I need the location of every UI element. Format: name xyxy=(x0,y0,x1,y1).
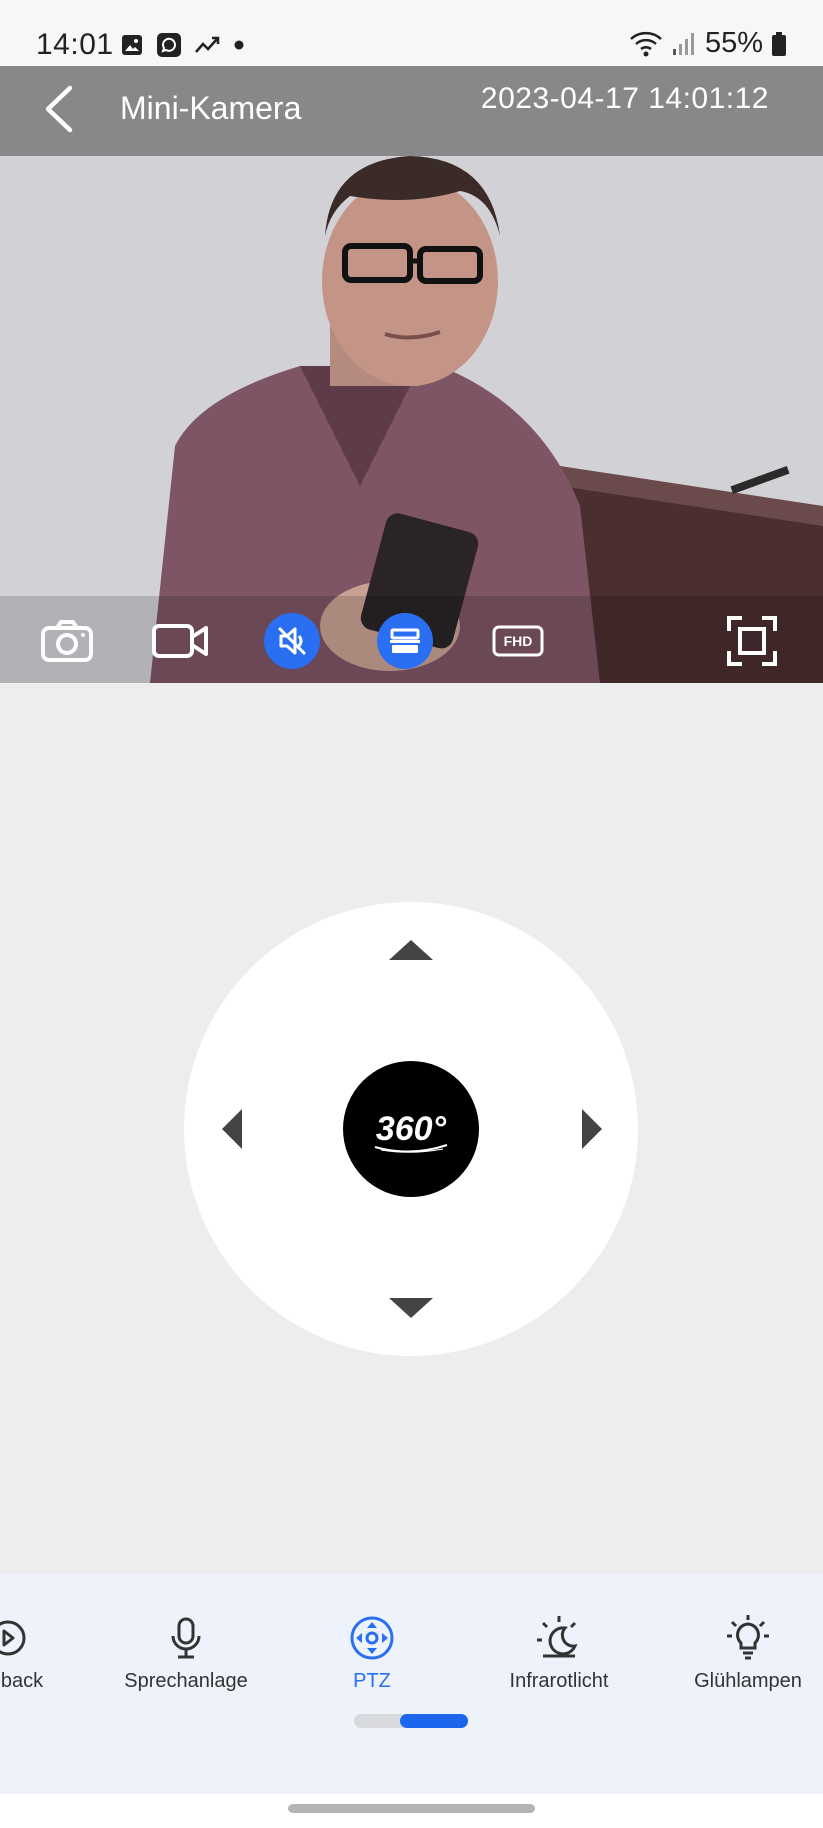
video-frame-image xyxy=(0,66,823,683)
back-arrow-icon[interactable] xyxy=(40,82,80,136)
video-toolbar: FHD xyxy=(0,611,823,683)
nav-intercom[interactable]: Sprechanlage xyxy=(116,1614,256,1693)
status-system-icons: 55% xyxy=(629,27,787,60)
bottom-function-panel: back Sprechanlage PTZ Infrarotlicht Glüh… xyxy=(0,1574,823,1794)
dot-icon xyxy=(234,40,244,50)
page-indicator[interactable] xyxy=(354,1714,468,1728)
nav-light-bulb[interactable]: Glühlampen xyxy=(683,1614,813,1693)
fullscreen-icon xyxy=(727,616,777,666)
battery-icon xyxy=(772,31,786,56)
fullscreen-button[interactable] xyxy=(722,611,782,671)
status-time: 14:01 xyxy=(36,28,114,61)
lightbulb-icon xyxy=(727,1615,769,1660)
up-arrow-icon[interactable] xyxy=(387,938,435,962)
left-arrow-icon[interactable] xyxy=(220,1107,244,1151)
home-indicator[interactable] xyxy=(288,1804,535,1813)
mute-button-bg xyxy=(264,613,320,669)
down-arrow-icon[interactable] xyxy=(387,1296,435,1320)
messenger-icon xyxy=(157,33,181,57)
view-mode-button-bg xyxy=(377,613,433,669)
ptz-joystick[interactable]: 360° xyxy=(184,902,638,1356)
camera-icon xyxy=(41,620,93,662)
screen-split-icon xyxy=(390,628,420,653)
nav-infrared[interactable]: Infrarotlicht xyxy=(497,1614,621,1693)
battery-percent: 55% xyxy=(704,27,763,59)
nav-infrared-label: Infrarotlicht xyxy=(509,1670,609,1692)
app-root: 14:01 55% Mini-Kamera 2023-04-17 14:01:1… xyxy=(0,0,823,1828)
playback-icon xyxy=(0,1620,26,1656)
swoosh-icon xyxy=(374,1144,448,1153)
view-mode-button[interactable] xyxy=(375,611,435,671)
nav-playback[interactable]: back xyxy=(0,1614,60,1693)
video-timestamp: 2023-04-17 14:01:12 xyxy=(480,82,769,115)
nav-ptz[interactable]: PTZ xyxy=(336,1614,408,1693)
gallery-icon xyxy=(122,35,142,55)
nav-light-bulb-label: Glühlampen xyxy=(694,1670,802,1692)
trend-icon xyxy=(195,36,220,53)
page-indicator-active xyxy=(400,1714,468,1728)
fhd-badge: FHD xyxy=(492,625,544,657)
quality-label: FHD xyxy=(504,633,533,649)
speaker-muted-icon xyxy=(277,626,307,656)
rotate-360-button[interactable]: 360° xyxy=(343,1061,479,1197)
camera-title: Mini-Kamera xyxy=(120,90,302,126)
status-bar: 14:01 55% xyxy=(0,0,823,66)
record-button[interactable] xyxy=(150,611,210,671)
microphone-icon xyxy=(171,1617,201,1659)
snapshot-button[interactable] xyxy=(37,611,97,671)
quality-button[interactable]: FHD xyxy=(488,611,548,671)
nav-ptz-label: PTZ xyxy=(353,1670,391,1692)
video-record-icon xyxy=(152,624,208,658)
nav-playback-label: back xyxy=(0,1670,44,1692)
status-notification-icons xyxy=(120,32,246,58)
nav-intercom-label: Sprechanlage xyxy=(124,1670,248,1692)
wifi-icon xyxy=(630,31,662,56)
night-mode-icon xyxy=(537,1616,578,1658)
video-title-bar: Mini-Kamera 2023-04-17 14:01:12 xyxy=(0,66,823,146)
camera-video-feed[interactable]: Mini-Kamera 2023-04-17 14:01:12 FHD xyxy=(0,66,823,683)
ptz-icon xyxy=(350,1616,394,1660)
signal-icon xyxy=(672,32,694,55)
right-arrow-icon[interactable] xyxy=(580,1107,604,1151)
mute-button[interactable] xyxy=(262,611,322,671)
